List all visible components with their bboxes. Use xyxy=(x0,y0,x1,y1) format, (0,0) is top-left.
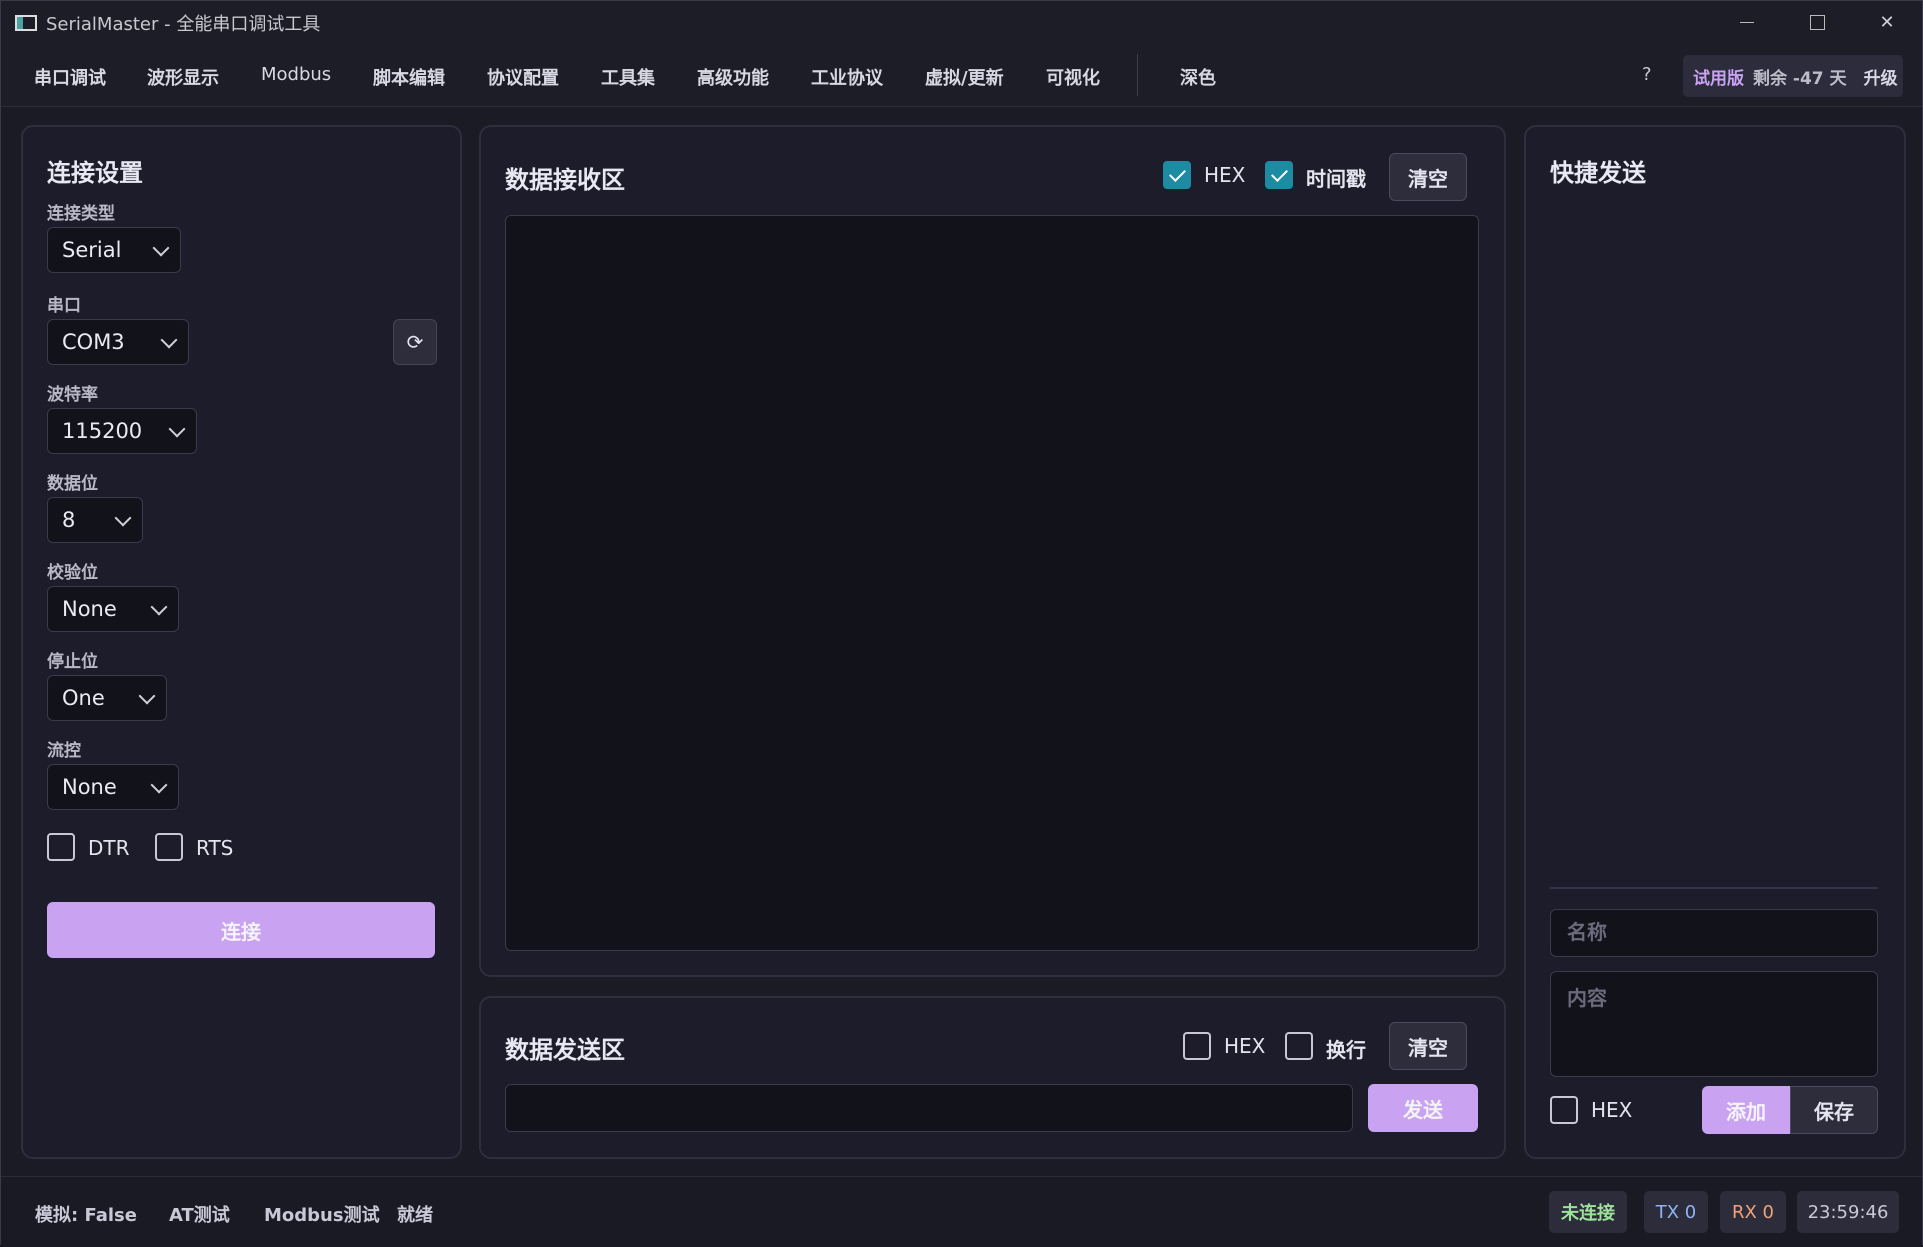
close-button[interactable]: ✕ xyxy=(1852,1,1922,44)
receive-textarea[interactable] xyxy=(505,215,1479,951)
refresh-ports-button[interactable]: ⟳ xyxy=(393,319,437,365)
flow-select[interactable]: None xyxy=(47,764,179,810)
upgrade-button[interactable]: 升级 xyxy=(1864,64,1898,89)
port-label: 串口 xyxy=(47,296,81,316)
title-bar: SerialMaster - 全能串口调试工具 ✕ xyxy=(1,1,1922,44)
databits-label: 数据位 xyxy=(47,474,98,494)
send-input[interactable] xyxy=(505,1084,1353,1132)
quicksend-divider xyxy=(1550,887,1878,889)
chevron-down-icon xyxy=(150,776,168,794)
stopbits-label: 停止位 xyxy=(47,652,98,672)
rts-checkbox[interactable] xyxy=(155,833,183,861)
send-panel: 数据发送区 HEX 换行 清空 发送 xyxy=(479,996,1506,1159)
parity-label: 校验位 xyxy=(47,563,98,583)
receive-hex-checkbox[interactable] xyxy=(1163,161,1191,189)
databits-value: 8 xyxy=(62,508,76,532)
tx-counter: TX 0 xyxy=(1644,1191,1708,1233)
chevron-down-icon xyxy=(150,598,168,616)
quicksend-hex-label: HEX xyxy=(1591,1098,1633,1122)
dtr-checkbox[interactable] xyxy=(47,833,75,861)
send-button[interactable]: 发送 xyxy=(1368,1084,1478,1132)
quicksend-content-input[interactable]: 内容 xyxy=(1550,971,1878,1077)
quicksend-name-input[interactable]: 名称 xyxy=(1550,909,1878,957)
connection-type-label: 连接类型 xyxy=(47,204,115,224)
chevron-down-icon xyxy=(138,687,156,705)
app-window: SerialMaster - 全能串口调试工具 ✕ 串口调试 波形显示 Modb… xyxy=(0,0,1923,1247)
menu-serial-debug[interactable]: 串口调试 xyxy=(34,64,106,90)
baud-label: 波特率 xyxy=(47,385,98,405)
port-select[interactable]: COM3 xyxy=(47,319,189,365)
stopbits-value: One xyxy=(62,686,105,710)
newline-label: 换行 xyxy=(1326,1038,1366,1062)
newline-checkbox[interactable] xyxy=(1285,1032,1313,1060)
flow-label: 流控 xyxy=(47,741,81,761)
status-bar: 模拟: False AT测试 Modbus测试 就绪 未连接 TX 0 RX 0… xyxy=(1,1176,1922,1247)
databits-select[interactable]: 8 xyxy=(47,497,143,543)
at-test-button[interactable]: AT测试 xyxy=(169,1201,230,1227)
chevron-down-icon xyxy=(152,239,170,257)
connection-panel: 连接设置 连接类型 Serial 串口 COM3 ⟳ 波特率 115200 数据… xyxy=(21,125,462,1159)
menu-waveform[interactable]: 波形显示 xyxy=(147,64,219,90)
receive-clear-button[interactable]: 清空 xyxy=(1389,153,1467,201)
trial-days: 剩余 -47 天 xyxy=(1753,68,1847,89)
quicksend-title: 快捷发送 xyxy=(1550,159,1646,187)
connection-title: 连接设置 xyxy=(47,159,143,187)
rx-counter: RX 0 xyxy=(1720,1191,1786,1233)
connection-type-value: Serial xyxy=(62,238,122,262)
menu-visualize[interactable]: 可视化 xyxy=(1046,64,1100,90)
dtr-label: DTR xyxy=(88,836,130,860)
quicksend-hex-checkbox[interactable] xyxy=(1550,1096,1578,1124)
refresh-icon: ⟳ xyxy=(406,330,424,354)
receive-hex-label: HEX xyxy=(1204,163,1246,187)
parity-value: None xyxy=(62,597,117,621)
window-title: SerialMaster - 全能串口调试工具 xyxy=(46,13,321,35)
baud-select[interactable]: 115200 xyxy=(47,408,197,454)
help-button[interactable]: ? xyxy=(1642,64,1652,85)
send-clear-button[interactable]: 清空 xyxy=(1389,1022,1467,1070)
chevron-down-icon xyxy=(114,509,132,527)
trial-badge: 试用版 剩余 -47 天 升级 xyxy=(1683,55,1903,97)
send-title: 数据发送区 xyxy=(505,1036,625,1064)
flow-value: None xyxy=(62,775,117,799)
app-icon xyxy=(15,14,37,31)
minimize-button[interactable] xyxy=(1712,1,1782,44)
theme-toggle[interactable]: 深色 xyxy=(1180,64,1216,90)
quicksend-save-button[interactable]: 保存 xyxy=(1790,1086,1878,1134)
parity-select[interactable]: None xyxy=(47,586,179,632)
connect-button[interactable]: 连接 xyxy=(47,902,435,958)
send-hex-label: HEX xyxy=(1224,1034,1266,1058)
quicksend-panel: 快捷发送 名称 内容 HEX 添加 保存 xyxy=(1524,125,1906,1159)
connection-status-badge: 未连接 xyxy=(1549,1191,1627,1233)
menu-protocol-config[interactable]: 协议配置 xyxy=(487,64,559,90)
menu-toolset[interactable]: 工具集 xyxy=(601,64,655,90)
menu-advanced[interactable]: 高级功能 xyxy=(697,64,769,90)
simulation-status: 模拟: False xyxy=(35,1205,137,1226)
receive-panel: 数据接收区 HEX 时间戳 清空 xyxy=(479,125,1506,977)
timestamp-checkbox[interactable] xyxy=(1265,161,1293,189)
menu-modbus[interactable]: Modbus xyxy=(261,64,331,85)
chevron-down-icon xyxy=(168,420,186,438)
maximize-button[interactable] xyxy=(1782,1,1852,44)
menu-industrial[interactable]: 工业协议 xyxy=(811,64,883,90)
connection-type-select[interactable]: Serial xyxy=(47,227,181,273)
menu-script-editor[interactable]: 脚本编辑 xyxy=(373,64,445,90)
port-value: COM3 xyxy=(62,330,125,354)
baud-value: 115200 xyxy=(62,419,143,443)
trial-label: 试用版 xyxy=(1693,68,1744,89)
chevron-down-icon xyxy=(160,331,178,349)
menu-separator xyxy=(1137,54,1138,96)
menu-bar: 串口调试 波形显示 Modbus 脚本编辑 协议配置 工具集 高级功能 工业协议… xyxy=(1,44,1922,107)
modbus-test-button[interactable]: Modbus测试 xyxy=(264,1201,380,1227)
send-hex-checkbox[interactable] xyxy=(1183,1032,1211,1060)
menu-virtual-update[interactable]: 虚拟/更新 xyxy=(925,64,1004,90)
ready-status: 就绪 xyxy=(397,1205,433,1226)
rts-label: RTS xyxy=(196,836,234,860)
receive-title: 数据接收区 xyxy=(505,166,625,194)
quicksend-add-button[interactable]: 添加 xyxy=(1702,1086,1790,1134)
clock: 23:59:46 xyxy=(1797,1191,1899,1233)
stopbits-select[interactable]: One xyxy=(47,675,167,721)
timestamp-label: 时间戳 xyxy=(1306,167,1366,191)
